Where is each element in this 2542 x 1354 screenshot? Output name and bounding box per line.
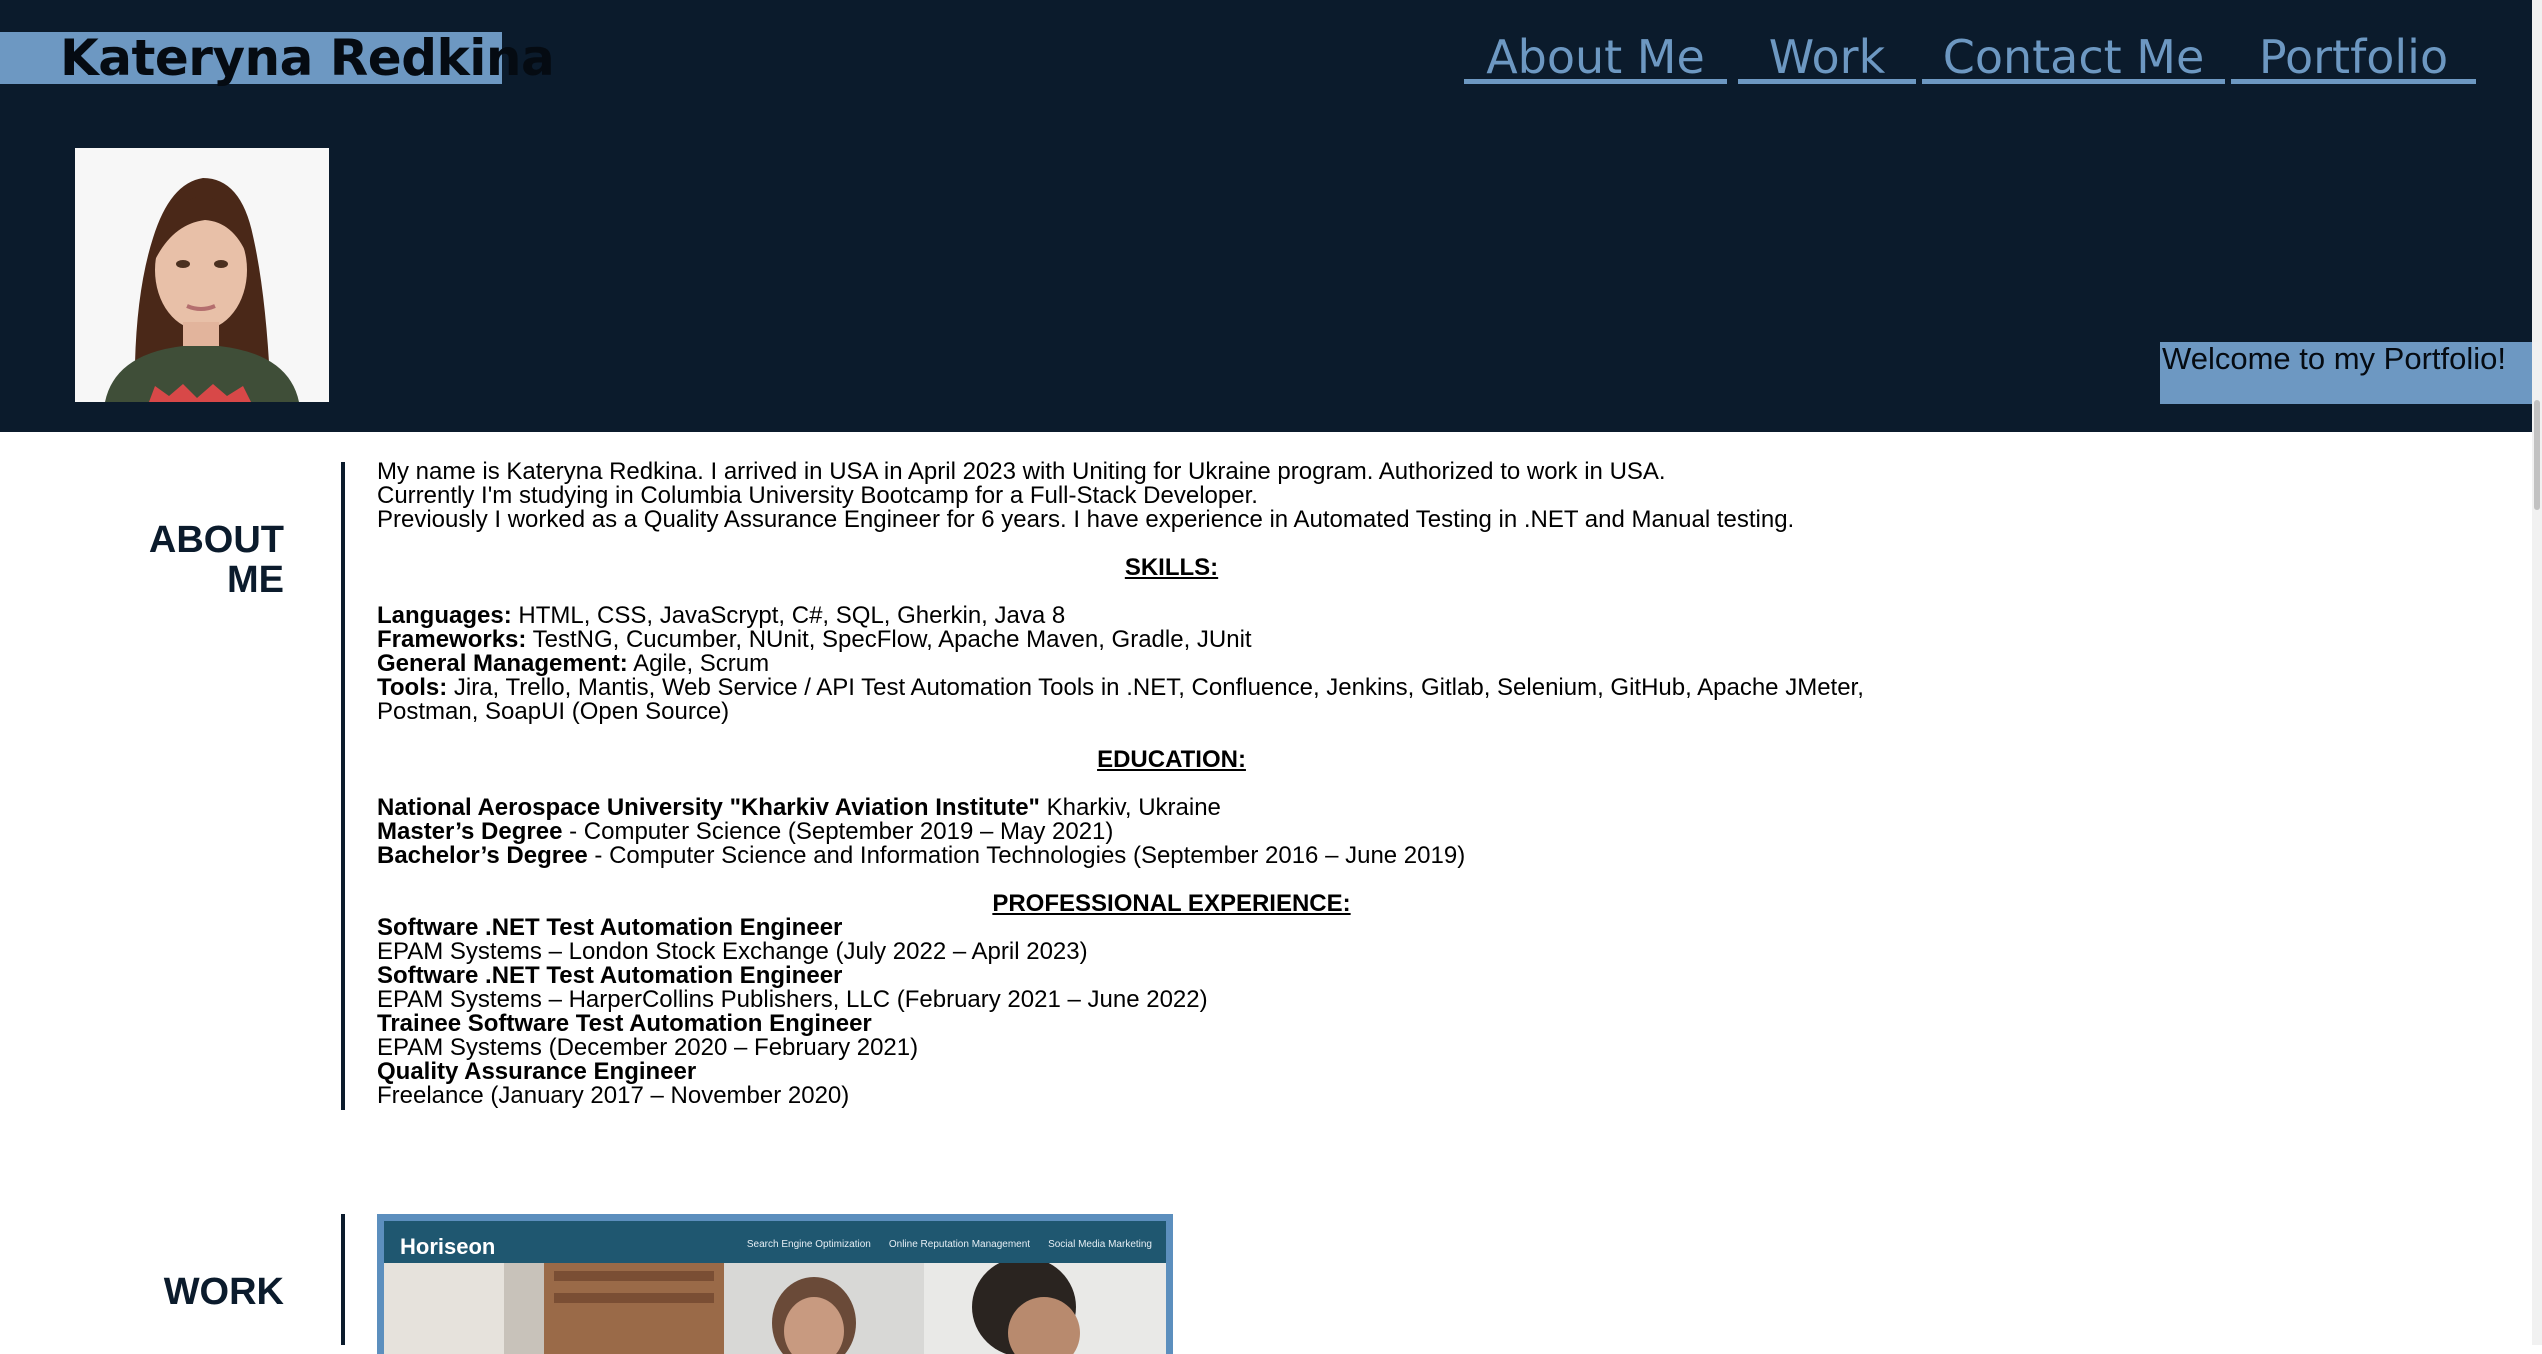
job-title: Software .NET Test Automation Engineer bbox=[377, 914, 843, 941]
job-detail: Freelance (January 2017 – November 2020) bbox=[377, 1082, 850, 1109]
intro-line: Previously I worked as a Quality Assuran… bbox=[377, 506, 1795, 533]
education-label: National Aerospace University "Kharkiv A… bbox=[377, 794, 1040, 821]
education-heading: EDUCATION: bbox=[1097, 746, 1246, 773]
education-label: Bachelor’s Degree bbox=[377, 842, 588, 869]
education-line: Bachelor’s Degree - Computer Science and… bbox=[377, 844, 1967, 868]
work-section-title: WORK bbox=[163, 1271, 284, 1313]
skill-value: TestNG, Cucumber, NUnit, SpecFlow, Apach… bbox=[526, 626, 1252, 653]
project-nav-item: Online Reputation Management bbox=[888, 1239, 1031, 1250]
nav-contact-me-link[interactable]: Contact Me bbox=[1922, 28, 2225, 84]
about-me-section-title: ABOUT ME bbox=[120, 520, 284, 600]
about-content: My name is Kateryna Redkina. I arrived i… bbox=[377, 460, 1967, 1108]
job-title: Trainee Software Test Automation Enginee… bbox=[377, 1010, 872, 1037]
project-nav-item: Social Media Marketing bbox=[1048, 1239, 1152, 1250]
project-hero-image bbox=[384, 1263, 1166, 1354]
skill-label: General Management: bbox=[377, 650, 628, 677]
skills-heading: SKILLS: bbox=[1124, 554, 1219, 581]
profile-photo-illustration bbox=[75, 148, 329, 402]
project-nav: Search Engine Optimization Online Reputa… bbox=[747, 1239, 1152, 1250]
site-header: Kateryna Redkina About Me Work Contact M… bbox=[0, 0, 2542, 432]
about-title-line-1: ABOUT bbox=[148, 519, 284, 561]
education-label: Master’s Degree bbox=[377, 818, 563, 845]
welcome-banner: Welcome to my Portfolio! bbox=[2160, 342, 2542, 404]
job-detail: EPAM Systems – HarperCollins Publishers,… bbox=[377, 986, 1208, 1013]
skill-line: Languages: HTML, CSS, JavaScrypt, C#, SQ… bbox=[377, 604, 1967, 628]
page-scrollbar-thumb[interactable] bbox=[2534, 400, 2540, 510]
work-divider bbox=[341, 1214, 345, 1345]
site-title: Kateryna Redkina bbox=[0, 32, 555, 84]
job-detail: EPAM Systems – London Stock Exchange (Ju… bbox=[377, 938, 1088, 965]
skill-line-continued: Postman, SoapUI (Open Source) bbox=[377, 698, 730, 725]
job-detail: EPAM Systems (December 2020 – February 2… bbox=[377, 1034, 919, 1061]
skill-label: Frameworks: bbox=[377, 626, 527, 653]
education-value: Kharkiv, Ukraine bbox=[1039, 794, 1221, 821]
education-value: - Computer Science (September 2019 – May… bbox=[562, 818, 1114, 845]
nav-work-link[interactable]: Work bbox=[1738, 28, 1916, 84]
skill-value: HTML, CSS, JavaScrypt, C#, SQL, Gherkin,… bbox=[511, 602, 1066, 629]
skill-line: Tools: Jira, Trello, Mantis, Web Service… bbox=[377, 676, 1967, 700]
skill-label: Languages: bbox=[377, 602, 512, 629]
intro-line: Currently I'm studying in Columbia Unive… bbox=[377, 482, 1258, 509]
education-value: - Computer Science and Information Techn… bbox=[587, 842, 1466, 869]
profile-photo bbox=[75, 148, 329, 402]
job-title: Quality Assurance Engineer bbox=[377, 1058, 697, 1085]
education-line: National Aerospace University "Kharkiv A… bbox=[377, 796, 1967, 820]
skill-line: General Management: Agile, Scrum bbox=[377, 652, 1967, 676]
job-title: Software .NET Test Automation Engineer bbox=[377, 962, 843, 989]
work-project-card[interactable]: Horiseon Search Engine Optimization Onli… bbox=[377, 1214, 1173, 1354]
page-scrollbar-track[interactable] bbox=[2532, 0, 2542, 1345]
education-line: Master’s Degree - Computer Science (Sept… bbox=[377, 820, 1967, 844]
experience-heading: PROFESSIONAL EXPERIENCE: bbox=[992, 890, 1351, 917]
intro-line: My name is Kateryna Redkina. I arrived i… bbox=[377, 458, 1666, 485]
skill-label: Tools: bbox=[377, 674, 448, 701]
project-nav-item: Search Engine Optimization bbox=[746, 1239, 871, 1250]
nav-about-me-link[interactable]: About Me bbox=[1464, 28, 1727, 84]
skill-line: Frameworks: TestNG, Cucumber, NUnit, Spe… bbox=[377, 628, 1967, 652]
skill-value: Jira, Trello, Mantis, Web Service / API … bbox=[447, 674, 1864, 701]
project-brand: Horiseon bbox=[400, 1234, 496, 1259]
work-project-screenshot: Horiseon Search Engine Optimization Onli… bbox=[384, 1221, 1166, 1354]
nav-portfolio-link[interactable]: Portfolio bbox=[2231, 28, 2476, 84]
about-divider bbox=[341, 462, 345, 1110]
skill-value: Agile, Scrum bbox=[627, 650, 770, 677]
about-title-line-2: ME bbox=[227, 559, 284, 601]
